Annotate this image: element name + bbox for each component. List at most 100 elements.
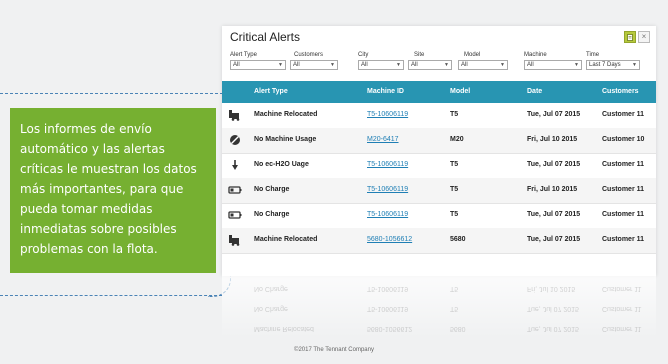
callout-text: Los informes de envío automático y las a…	[20, 122, 197, 256]
filter-select[interactable]: All ▼	[358, 60, 404, 70]
filter-select[interactable]: All ▼	[408, 60, 452, 70]
cell-alert-type: No ec-H2O Uage	[254, 161, 309, 168]
cell-date: Fri, Jul 10 2015	[527, 186, 578, 193]
cell-customer: Customer 11	[602, 111, 645, 118]
cell-alert-type: Machine Relocated	[254, 236, 318, 243]
panel-actions: ×	[624, 31, 650, 43]
filter-select[interactable]: All ▼	[290, 60, 338, 70]
reflected-row: No Charge T5-10606119 T5 Tue, Jul 07 2015 Cu…	[222, 298, 656, 318]
chevron-down-icon: ▼	[500, 62, 505, 68]
table-row[interactable]: No Machine Usage M20-6417 M20 Fri, Jul 10 2…	[222, 128, 656, 154]
filter-site[interactable]: Site All ▼	[408, 52, 452, 70]
export-icon[interactable]	[624, 31, 636, 43]
reflected-machine-id: 5680-1056612	[367, 325, 413, 332]
reflected-machine-id: T5-10606119	[367, 285, 409, 292]
machine-relocated-icon	[228, 234, 242, 246]
reflected-date: Tue, Jul 07 2015	[527, 305, 579, 312]
info-callout: Los informes de envío automático y las a…	[10, 108, 216, 273]
cell-customer: Customer 11	[602, 161, 645, 168]
cell-customer: Customer 11	[602, 211, 645, 218]
filter-select[interactable]: All ▼	[230, 60, 286, 70]
reflected-customer: Customer 11	[602, 285, 642, 292]
filter-select[interactable]: All ▼	[524, 60, 582, 70]
filter-model[interactable]: Model All ▼	[458, 52, 508, 70]
chevron-down-icon: ▼	[330, 62, 335, 68]
filter-customers[interactable]: Customers All ▼	[290, 52, 338, 70]
filter-label: Customers	[294, 52, 324, 58]
machine-id-link[interactable]: T5-10606119	[367, 111, 408, 118]
filter-machine[interactable]: Machine All ▼	[524, 52, 582, 70]
column-header-customers[interactable]: Customers	[602, 88, 639, 95]
machine-id-link[interactable]: T5-10606119	[367, 186, 408, 193]
table-reflection: Machine Relocated 5680-1056612 5680 Tue, Ju…	[222, 276, 656, 338]
copyright-footer: ©2017 The Tennant Company	[294, 347, 374, 353]
battery-icon	[228, 209, 242, 221]
cell-alert-type: No Charge	[254, 186, 290, 193]
cell-customer: Customer 11	[602, 186, 645, 193]
reflected-alert-type: No Charge	[254, 285, 288, 292]
column-header-model[interactable]: Model	[450, 88, 470, 95]
table-header: Alert Type Machine ID Model Date Custome…	[222, 81, 656, 103]
reflected-date: Tue, Jul 07 2015	[527, 325, 579, 332]
dashed-connector-bottom	[0, 295, 222, 296]
cell-model: T5	[450, 186, 459, 193]
cell-model: T5	[450, 161, 459, 168]
column-header-date[interactable]: Date	[527, 88, 542, 95]
cell-model: 5680	[450, 236, 466, 243]
cell-model: M20	[450, 136, 464, 143]
reflected-row: Machine Relocated 5680-1056612 5680 Tue, Ju…	[222, 318, 656, 338]
machine-id-link[interactable]: 5680-1056612	[367, 236, 412, 243]
chevron-down-icon: ▼	[444, 62, 449, 68]
cell-model: T5	[450, 211, 459, 218]
chevron-down-icon: ▼	[278, 62, 283, 68]
reflected-model: T5	[450, 285, 459, 292]
column-header-alert-type[interactable]: Alert Type	[254, 88, 288, 95]
cell-alert-type: No Machine Usage	[254, 136, 317, 143]
machine-id-link[interactable]: T5-10606119	[367, 161, 408, 168]
machine-id-link[interactable]: T5-10606119	[367, 211, 408, 218]
reflected-machine-id: T5-10606119	[367, 305, 409, 312]
cell-date: Tue, Jul 07 2015	[527, 111, 581, 118]
dashed-connector-top	[0, 93, 228, 94]
reflected-alert-type: No Charge	[254, 305, 288, 312]
table-row[interactable]: Machine Relocated T5-10606119 T5 Tue, Jul 0…	[222, 103, 656, 129]
table-row[interactable]: No ec-H2O Uage T5-10606119 T5 Tue, Jul 07 2…	[222, 153, 656, 179]
column-header-machine-id[interactable]: Machine ID	[367, 88, 404, 95]
filter-label: Site	[414, 52, 425, 58]
filter-select[interactable]: All ▼	[458, 60, 508, 70]
cell-date: Fri, Jul 10 2015	[527, 136, 578, 143]
cell-date: Tue, Jul 07 2015	[527, 211, 581, 218]
cell-date: Tue, Jul 07 2015	[527, 161, 581, 168]
cell-alert-type: No Charge	[254, 211, 290, 218]
reflected-model: T5	[450, 305, 459, 312]
reflected-date: Fri, Jul 10 2015	[527, 285, 576, 292]
reflected-alert-type: Machine Relocated	[254, 325, 314, 332]
table-row[interactable]: Machine Relocated 5680-1056612 5680 Tue, Ju…	[222, 228, 656, 254]
filter-city[interactable]: City All ▼	[358, 52, 404, 70]
machine-id-link[interactable]: M20-6417	[367, 136, 399, 143]
cell-alert-type: Machine Relocated	[254, 111, 318, 118]
panel-title: Critical Alerts	[230, 30, 301, 44]
reflected-row: No Charge T5-10606119 T5 Fri, Jul 10 2015 Cu…	[222, 278, 656, 298]
filter-alert-type[interactable]: Alert Type All ▼	[230, 52, 286, 70]
table-row[interactable]: No Charge T5-10606119 T5 Fri, Jul 10 2015 Cu…	[222, 178, 656, 204]
cell-customer: Customer 11	[602, 236, 645, 243]
filter-time[interactable]: Time Last 7 Days ▼	[586, 52, 640, 70]
close-icon[interactable]: ×	[638, 31, 650, 43]
chevron-down-icon: ▼	[396, 62, 401, 68]
cell-date: Tue, Jul 07 2015	[527, 236, 581, 243]
cell-model: T5	[450, 111, 459, 118]
reflected-customer: Customer 11	[602, 325, 642, 332]
filter-label: Model	[464, 52, 481, 58]
machine-relocated-icon	[228, 109, 242, 121]
critical-alerts-panel: Critical Alerts × Alert Type All ▼ Custom…	[222, 26, 656, 276]
filter-label: Machine	[524, 52, 547, 58]
filter-label: City	[358, 52, 369, 58]
chevron-down-icon: ▼	[574, 62, 579, 68]
filter-select[interactable]: Last 7 Days ▼	[586, 60, 640, 70]
battery-icon	[228, 184, 242, 196]
reflected-customer: Customer 11	[602, 305, 642, 312]
table-row[interactable]: No Charge T5-10606119 T5 Tue, Jul 07 2015 Cu…	[222, 203, 656, 229]
cell-customer: Customer 10	[602, 136, 645, 143]
filter-label: Alert Type	[230, 52, 257, 58]
